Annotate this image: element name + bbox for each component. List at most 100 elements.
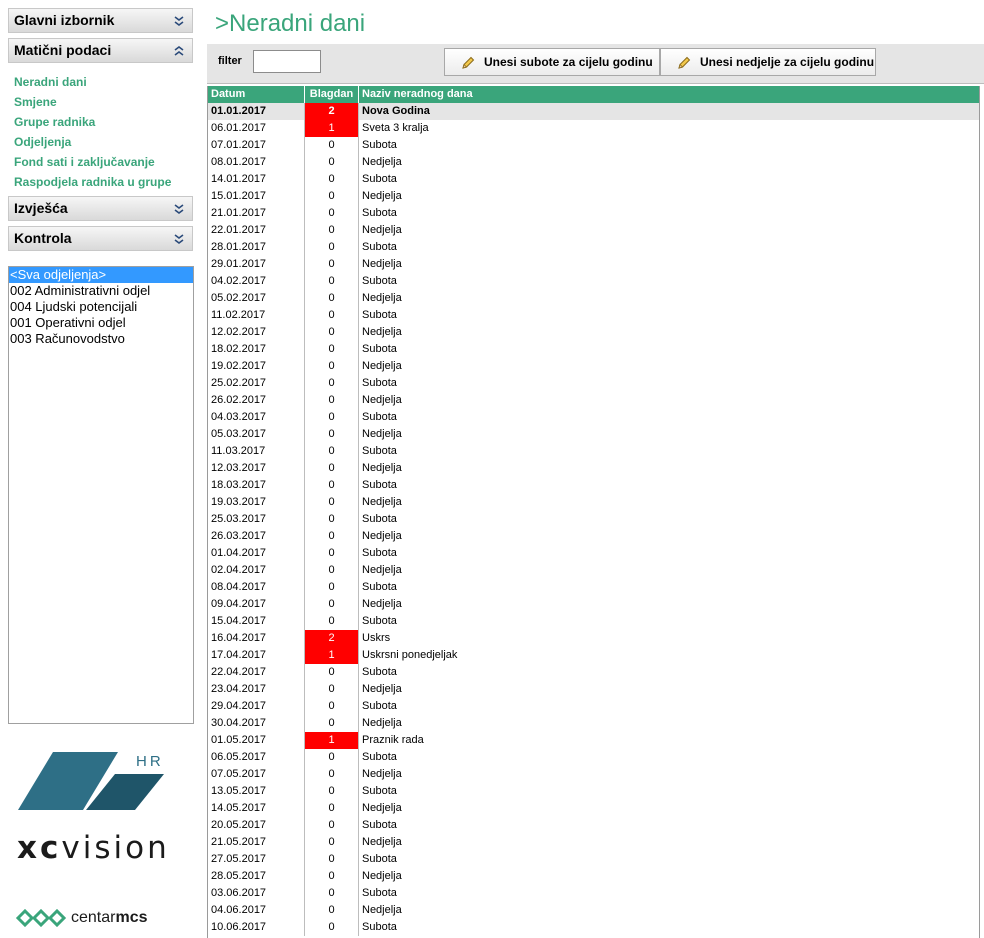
cell-date: 26.02.2017 — [211, 394, 267, 406]
table-body: 01.01.2017 2 Nova Godina 06.01.2017 1 Sveta 3… — [208, 103, 979, 936]
cell-holiday: 0 — [304, 290, 359, 307]
cell-name: Subota — [362, 309, 397, 321]
department-item[interactable]: <Sva odjeljenja> — [9, 267, 193, 283]
table-row[interactable]: 14.01.2017 0 Subota — [208, 171, 979, 188]
table-row[interactable]: 04.02.2017 0 Subota — [208, 273, 979, 290]
table-row[interactable]: 02.04.2017 0 Nedjelja — [208, 562, 979, 579]
table-row[interactable]: 06.01.2017 1 Sveta 3 kralja — [208, 120, 979, 137]
table-row[interactable]: 22.04.2017 0 Subota — [208, 664, 979, 681]
table-row[interactable]: 03.06.2017 0 Subota — [208, 885, 979, 902]
table-row[interactable]: 12.03.2017 0 Nedjelja — [208, 460, 979, 477]
table-row[interactable]: 30.04.2017 0 Nedjelja — [208, 715, 979, 732]
department-item[interactable]: 001 Operativni odjel — [9, 315, 193, 331]
main-content: >Neradni dani filter Unesi subote za cij… — [207, 0, 984, 938]
cell-name: Nedjelja — [362, 258, 402, 270]
table-row[interactable]: 28.05.2017 0 Nedjelja — [208, 868, 979, 885]
table-row[interactable]: 23.04.2017 0 Nedjelja — [208, 681, 979, 698]
menu-reports-header[interactable]: Izvješća — [8, 196, 193, 221]
cell-date: 06.01.2017 — [211, 122, 267, 134]
table-row[interactable]: 04.03.2017 0 Subota — [208, 409, 979, 426]
pencil-icon — [462, 56, 475, 69]
table-row[interactable]: 19.02.2017 0 Nedjelja — [208, 358, 979, 375]
cell-name: Subota — [362, 700, 397, 712]
table-row[interactable]: 25.02.2017 0 Subota — [208, 375, 979, 392]
fill-sundays-button[interactable]: Unesi nedjelje za cijelu godinu — [660, 48, 876, 76]
column-header-holiday[interactable]: Blagdan — [304, 86, 359, 103]
cell-holiday: 0 — [304, 596, 359, 613]
cell-date: 11.03.2017 — [211, 445, 266, 457]
cell-date: 08.04.2017 — [211, 581, 267, 593]
table-row[interactable]: 08.01.2017 0 Nedjelja — [208, 154, 979, 171]
department-item[interactable]: 004 Ljudski potencijali — [9, 299, 193, 315]
table-row[interactable]: 11.02.2017 0 Subota — [208, 307, 979, 324]
table-row[interactable]: 21.05.2017 0 Nedjelja — [208, 834, 979, 851]
table-row[interactable]: 05.03.2017 0 Nedjelja — [208, 426, 979, 443]
table-row[interactable]: 26.02.2017 0 Nedjelja — [208, 392, 979, 409]
cell-holiday: 0 — [304, 375, 359, 392]
link-odjeljenja[interactable]: Odjeljenja — [14, 135, 71, 149]
table-row[interactable]: 28.01.2017 0 Subota — [208, 239, 979, 256]
link-fond-sati[interactable]: Fond sati i zaključavanje — [14, 155, 155, 169]
table-row[interactable]: 01.04.2017 0 Subota — [208, 545, 979, 562]
cell-holiday: 0 — [304, 443, 359, 460]
table-row[interactable]: 27.05.2017 0 Subota — [208, 851, 979, 868]
table-row[interactable]: 11.03.2017 0 Subota — [208, 443, 979, 460]
table-row[interactable]: 08.04.2017 0 Subota — [208, 579, 979, 596]
cell-name: Subota — [362, 921, 397, 933]
cell-holiday: 0 — [304, 800, 359, 817]
table-row[interactable]: 18.03.2017 0 Subota — [208, 477, 979, 494]
department-listbox[interactable]: <Sva odjeljenja> 002 Administrativni odj… — [8, 266, 194, 724]
table-row[interactable]: 15.01.2017 0 Nedjelja — [208, 188, 979, 205]
table-row[interactable]: 21.01.2017 0 Subota — [208, 205, 979, 222]
menu-main-header[interactable]: Glavni izbornik — [8, 8, 193, 33]
table-row[interactable]: 14.05.2017 0 Nedjelja — [208, 800, 979, 817]
cell-name: Subota — [362, 513, 397, 525]
table-row[interactable]: 25.03.2017 0 Subota — [208, 511, 979, 528]
cell-holiday: 0 — [304, 851, 359, 868]
table-row[interactable]: 05.02.2017 0 Nedjelja — [208, 290, 979, 307]
cell-name: Nedjelja — [362, 428, 402, 440]
table-row[interactable]: 10.06.2017 0 Subota — [208, 919, 979, 936]
cell-holiday: 0 — [304, 545, 359, 562]
cell-date: 26.03.2017 — [211, 530, 267, 542]
cell-date: 27.05.2017 — [211, 853, 267, 865]
table-row[interactable]: 01.01.2017 2 Nova Godina — [208, 103, 979, 120]
table-row[interactable]: 09.04.2017 0 Nedjelja — [208, 596, 979, 613]
cell-holiday: 0 — [304, 239, 359, 256]
cell-date: 19.02.2017 — [211, 360, 267, 372]
table-row[interactable]: 18.02.2017 0 Subota — [208, 341, 979, 358]
department-item[interactable]: 002 Administrativni odjel — [9, 283, 193, 299]
table-row[interactable]: 04.06.2017 0 Nedjelja — [208, 902, 979, 919]
column-header-date[interactable]: Datum — [208, 86, 304, 103]
department-item[interactable]: 003 Računovodstvo — [9, 331, 193, 347]
table-row[interactable]: 13.05.2017 0 Subota — [208, 783, 979, 800]
table-row[interactable]: 22.01.2017 0 Nedjelja — [208, 222, 979, 239]
menu-master-data-header[interactable]: Matični podaci — [8, 38, 193, 63]
table-header: Datum Blagdan Naziv neradnog dana — [208, 86, 979, 103]
link-smjene[interactable]: Smjene — [14, 95, 57, 109]
link-raspodjela-radnika[interactable]: Raspodjela radnika u grupe — [14, 175, 171, 189]
column-header-name[interactable]: Naziv neradnog dana — [359, 86, 979, 103]
filter-input[interactable] — [253, 50, 321, 73]
link-neradni-dani[interactable]: Neradni dani — [14, 75, 87, 89]
table-row[interactable]: 19.03.2017 0 Nedjelja — [208, 494, 979, 511]
table-row[interactable]: 26.03.2017 0 Nedjelja — [208, 528, 979, 545]
table-row[interactable]: 01.05.2017 1 Praznik rada — [208, 732, 979, 749]
link-grupe-radnika[interactable]: Grupe radnika — [14, 115, 95, 129]
table-row[interactable]: 07.01.2017 0 Subota — [208, 137, 979, 154]
table-row[interactable]: 12.02.2017 0 Nedjelja — [208, 324, 979, 341]
table-row[interactable]: 20.05.2017 0 Subota — [208, 817, 979, 834]
table-row[interactable]: 15.04.2017 0 Subota — [208, 613, 979, 630]
cell-holiday: 0 — [304, 681, 359, 698]
menu-control-label: Kontrola — [14, 230, 72, 246]
table-row[interactable]: 06.05.2017 0 Subota — [208, 749, 979, 766]
menu-control-header[interactable]: Kontrola — [8, 226, 193, 251]
fill-saturdays-button[interactable]: Unesi subote za cijelu godinu — [444, 48, 660, 76]
table-row[interactable]: 17.04.2017 1 Uskrsni ponedjeljak — [208, 647, 979, 664]
cell-holiday: 1 — [304, 732, 359, 749]
cell-name: Subota — [362, 751, 397, 763]
table-row[interactable]: 29.04.2017 0 Subota — [208, 698, 979, 715]
table-row[interactable]: 16.04.2017 2 Uskrs — [208, 630, 979, 647]
table-row[interactable]: 29.01.2017 0 Nedjelja — [208, 256, 979, 273]
table-row[interactable]: 07.05.2017 0 Nedjelja — [208, 766, 979, 783]
